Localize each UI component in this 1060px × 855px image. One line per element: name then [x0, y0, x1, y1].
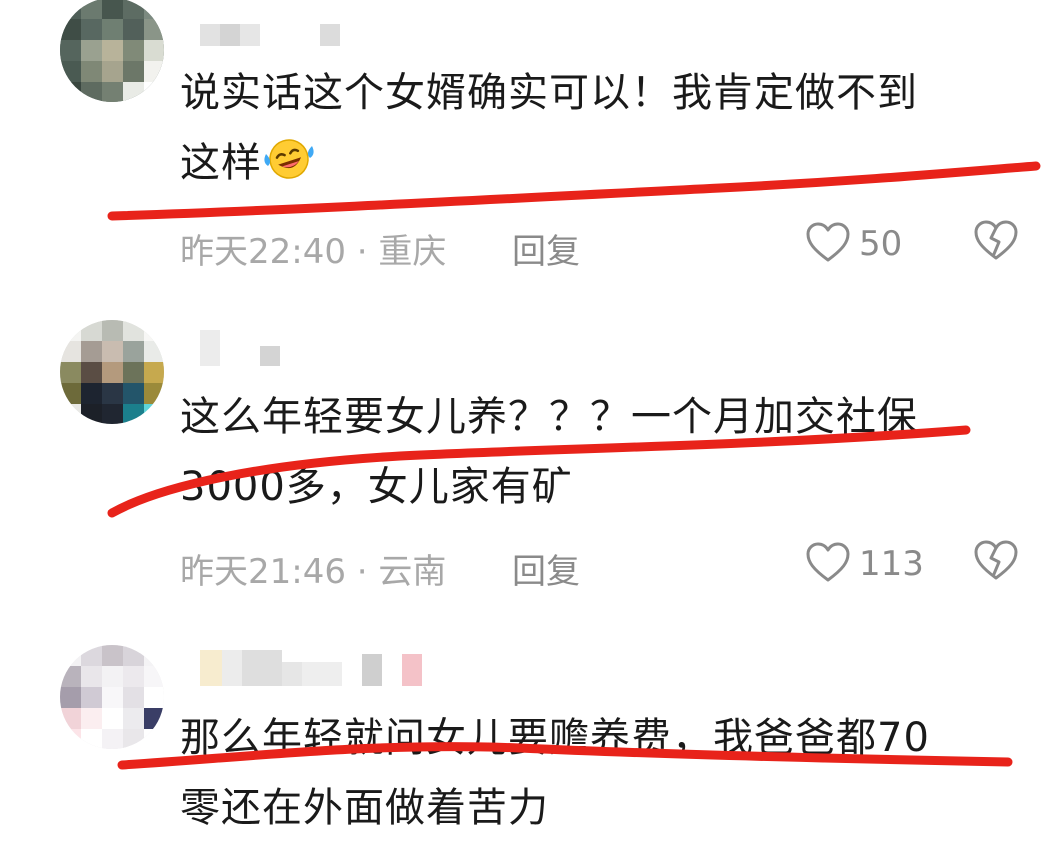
- comment-meta: 昨天21:46 · 云南 回复 113: [180, 540, 1040, 592]
- heart-outline-icon: [806, 542, 850, 582]
- like-count: 113: [859, 544, 924, 584]
- like-count: 50: [859, 224, 903, 264]
- heart-outline-icon: [806, 222, 850, 262]
- comment-text-line: 说实话这个女婿确实可以！我肯定做不到: [180, 70, 918, 116]
- broken-heart-icon: [974, 540, 1018, 580]
- time-location: 昨天21:46 · 云南: [180, 552, 447, 592]
- comment-text-line: 3000多，女儿家有矿: [180, 464, 573, 510]
- time-location: 昨天22:40 · 重庆: [180, 232, 447, 272]
- avatar[interactable]: [60, 0, 164, 102]
- avatar[interactable]: [60, 320, 164, 424]
- comment-text: 那么年轻就问女儿要赡养费，我爸爸都70 零还在外面做着苦力: [180, 703, 1020, 843]
- comment-text-line: 这么年轻要女儿养？？？一个月加交社保: [180, 394, 918, 440]
- comment-text: 说实话这个女婿确实可以！我肯定做不到 这样: [180, 58, 1020, 198]
- reply-button[interactable]: 回复: [512, 224, 580, 273]
- avatar[interactable]: [60, 645, 164, 749]
- comment-list: 说实话这个女婿确实可以！我肯定做不到 这样 昨天22:40 · 重庆 回复 50…: [0, 0, 1060, 855]
- dislike-button[interactable]: [973, 540, 1019, 586]
- dislike-button[interactable]: [973, 220, 1019, 266]
- comment-text-line: 那么年轻就问女儿要赡养费，我爸爸都70: [180, 715, 930, 761]
- laughing-tears-emoji: [264, 139, 314, 179]
- comment-text-line: 零还在外面做着苦力: [180, 785, 549, 831]
- comment-meta: 昨天22:40 · 重庆 回复 50: [180, 220, 1040, 272]
- broken-heart-icon: [974, 220, 1018, 260]
- comment-text: 这么年轻要女儿养？？？一个月加交社保 3000多，女儿家有矿: [180, 382, 1020, 522]
- reply-button[interactable]: 回复: [512, 544, 580, 593]
- comment-text-line: 这样: [180, 128, 1020, 198]
